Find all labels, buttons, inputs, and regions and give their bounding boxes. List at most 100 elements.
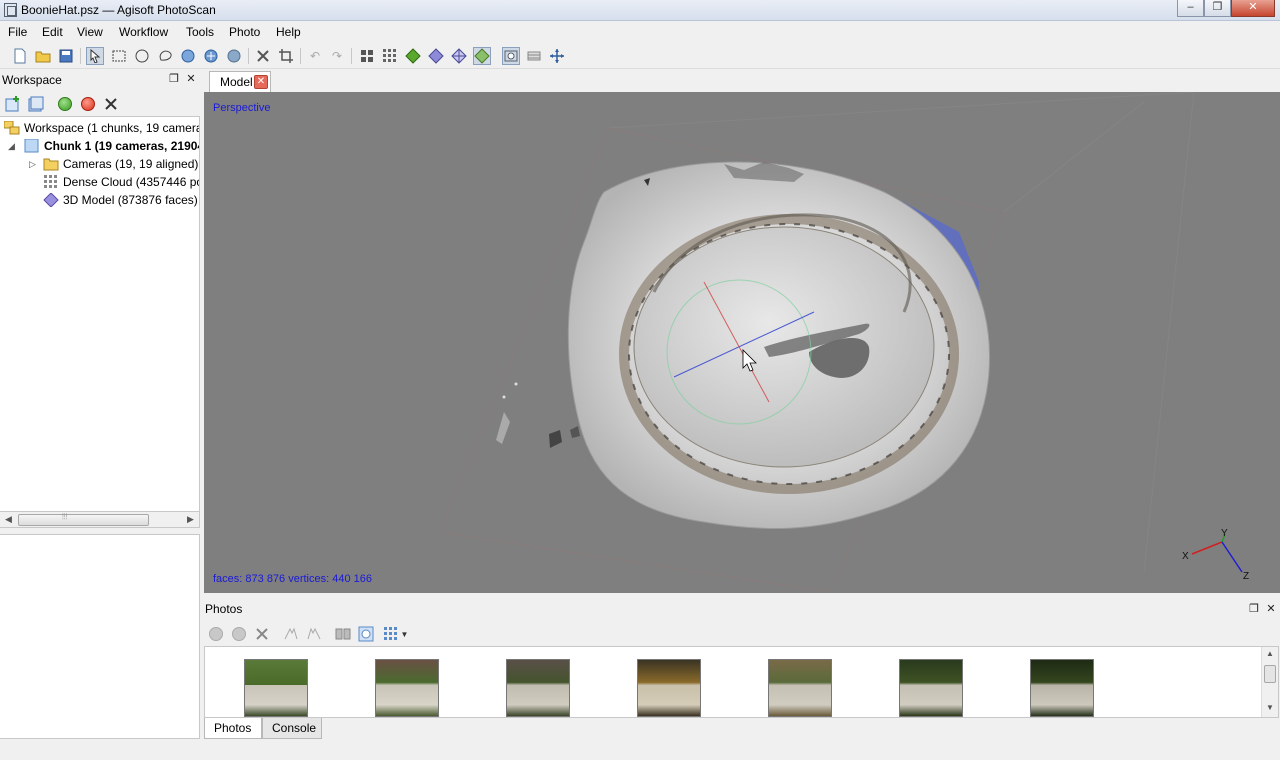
rotate-object-icon[interactable] — [179, 47, 197, 65]
scale-object-icon[interactable] — [225, 47, 243, 65]
model-icon — [43, 192, 59, 208]
scrollbar-thumb[interactable] — [18, 514, 149, 526]
undo-icon[interactable]: ↶ — [306, 47, 324, 65]
dense-cloud-view-icon[interactable] — [381, 47, 399, 65]
rotate-right-icon[interactable] — [305, 625, 323, 643]
model-wireframe-icon[interactable] — [450, 47, 468, 65]
model-shaded-icon[interactable] — [427, 47, 445, 65]
rotate-left-icon[interactable] — [282, 625, 300, 643]
maximize-button[interactable]: ❐ — [1204, 0, 1231, 17]
workspace-toolbar — [0, 92, 200, 116]
enable-photo-icon[interactable] — [207, 625, 225, 643]
axis-x-line — [1191, 541, 1223, 555]
close-panel-icon[interactable]: ✕ — [185, 72, 197, 86]
photos-toolbar: ▼ — [204, 620, 1280, 646]
menu-bar: File Edit View Workflow Tools Photo Help — [0, 21, 1280, 43]
scroll-up-icon[interactable]: ▲ — [1266, 649, 1274, 658]
tab-model-label: Model — [220, 75, 253, 89]
tab-photos[interactable]: Photos — [204, 718, 262, 739]
move-object-icon[interactable] — [202, 47, 220, 65]
rectangle-selection-icon[interactable] — [110, 47, 128, 65]
close-photos-icon[interactable]: ✕ — [1265, 602, 1277, 616]
minimize-button[interactable]: ‒ — [1177, 0, 1204, 17]
float-photos-icon[interactable]: ❐ — [1248, 602, 1260, 616]
menu-edit[interactable]: Edit — [42, 25, 63, 39]
photo-thumbnail[interactable] — [899, 659, 963, 717]
tree-root-workspace[interactable]: Workspace (1 chunks, 19 cameras) — [3, 119, 200, 137]
open-folder-icon[interactable] — [34, 47, 52, 65]
folder-icon — [43, 157, 59, 171]
delete-selection-icon[interactable] — [254, 47, 272, 65]
disable-photo-icon[interactable] — [230, 625, 248, 643]
scroll-down-icon[interactable]: ▼ — [1266, 703, 1274, 712]
show-region-icon[interactable] — [525, 47, 543, 65]
thumbnail-size-dropdown[interactable]: ▼ — [381, 625, 411, 643]
tab-console[interactable]: Console — [262, 718, 322, 739]
menu-view[interactable]: View — [77, 25, 103, 39]
scrollbar-thumb[interactable] — [1264, 665, 1276, 683]
photos-title: Photos — [205, 602, 243, 616]
menu-workflow[interactable]: Workflow — [119, 25, 168, 39]
show-photos-icon[interactable] — [502, 47, 520, 65]
photo-thumbnail[interactable] — [375, 659, 439, 717]
show-cameras-icon[interactable] — [358, 47, 376, 65]
chevron-down-icon: ▼ — [400, 629, 409, 639]
tree-3d-model[interactable]: 3D Model (873876 faces) — [43, 191, 198, 209]
axis-z-label: Z — [1243, 571, 1249, 582]
tree-chunk-1[interactable]: Chunk 1 (19 cameras, 2190468 points) — [24, 137, 199, 155]
photos-vscrollbar[interactable]: ▲ ▼ — [1261, 647, 1278, 717]
menu-help[interactable]: Help — [276, 25, 301, 39]
model-textured-icon[interactable] — [473, 47, 491, 65]
save-icon[interactable] — [57, 47, 75, 65]
dense-cloud-icon — [43, 175, 59, 189]
tree-dense-cloud[interactable]: Dense Cloud (4357446 points) — [43, 173, 199, 191]
scroll-right-icon[interactable]: ▶ — [187, 514, 194, 525]
model-render — [438, 92, 1195, 593]
close-tab-icon[interactable]: ✕ — [254, 75, 268, 89]
add-photos-icon[interactable] — [27, 95, 45, 113]
photo-thumbnail[interactable] — [506, 659, 570, 717]
circle-selection-icon[interactable] — [133, 47, 151, 65]
disable-cameras-icon[interactable] — [79, 95, 97, 113]
workspace-tree: Workspace (1 chunks, 19 cameras) ◢ Chunk… — [0, 116, 200, 512]
workspace-title: Workspace — [2, 73, 62, 87]
reset-mask-icon[interactable] — [334, 625, 352, 643]
main-toolbar: ↶ ↷ — [0, 43, 1280, 69]
photo-view-icon[interactable] — [357, 625, 375, 643]
crop-selection-icon[interactable] — [277, 47, 295, 65]
tree-root-label: Workspace (1 chunks, 19 cameras) — [24, 121, 200, 135]
axis-x-label: X — [1182, 551, 1189, 562]
axis-z-line — [1221, 541, 1243, 573]
workspace-hscrollbar[interactable]: ◀ ⦙⦙⦙ ▶ — [0, 511, 200, 528]
model-solid-icon[interactable] — [404, 47, 422, 65]
photo-thumbnail[interactable] — [768, 659, 832, 717]
free-form-selection-icon[interactable] — [156, 47, 174, 65]
enable-cameras-icon[interactable] — [56, 95, 74, 113]
photo-thumbnail[interactable] — [637, 659, 701, 717]
model-tabbar: Model ✕ — [204, 70, 1280, 92]
redo-icon[interactable]: ↷ — [328, 47, 346, 65]
tab-model[interactable]: Model ✕ — [209, 71, 271, 92]
tree-cameras[interactable]: Cameras (19, 19 aligned) — [43, 155, 198, 173]
close-window-button[interactable]: ✕ — [1231, 0, 1275, 17]
menu-tools[interactable]: Tools — [186, 25, 214, 39]
model-viewport[interactable]: Perspective faces: 873 876 vertices: 440… — [204, 92, 1280, 593]
menu-photo[interactable]: Photo — [229, 25, 260, 39]
menu-file[interactable]: File — [8, 25, 27, 39]
new-document-icon[interactable] — [11, 47, 29, 65]
photo-thumbnail[interactable] — [1030, 659, 1094, 717]
navigation-tool-icon[interactable] — [86, 47, 104, 65]
window-title: BoonieHat.psz — Agisoft PhotoScan — [21, 3, 216, 17]
app-icon — [4, 3, 17, 17]
tree-dense-cloud-label: Dense Cloud (4357446 points) — [63, 175, 199, 189]
photo-thumbnail[interactable] — [244, 659, 308, 717]
remove-photo-icon[interactable] — [253, 625, 271, 643]
move-region-icon[interactable] — [548, 47, 566, 65]
workspace-icon — [3, 120, 20, 135]
expand-cameras-icon[interactable]: ▷ — [29, 159, 36, 170]
remove-items-icon[interactable] — [102, 95, 120, 113]
float-panel-icon[interactable]: ❐ — [168, 72, 180, 86]
collapse-chunk-icon[interactable]: ◢ — [8, 141, 15, 152]
add-chunk-icon[interactable] — [4, 95, 22, 113]
scroll-left-icon[interactable]: ◀ — [5, 514, 12, 525]
